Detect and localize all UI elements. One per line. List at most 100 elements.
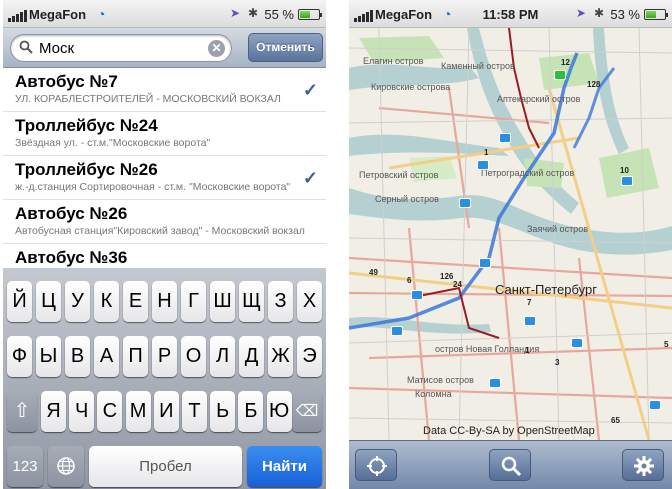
key[interactable]: Ц — [36, 281, 61, 322]
stop-marker[interactable] — [489, 378, 501, 388]
location-icon: ➤ — [229, 6, 240, 20]
search-icon — [501, 456, 521, 476]
key[interactable]: Т — [182, 391, 207, 432]
list-item[interactable]: Троллейбус №26 ж.-д.станция Сортировочна… — [3, 156, 326, 200]
settings-button[interactable] — [622, 449, 664, 481]
key[interactable]: Ь — [210, 391, 236, 432]
search-input[interactable] — [39, 39, 199, 57]
gear-icon — [634, 456, 654, 476]
route-number: 12 — [561, 58, 570, 67]
key[interactable]: З — [268, 281, 293, 322]
route-number: 65 — [611, 416, 620, 425]
space-key[interactable]: Пробел — [89, 446, 242, 487]
map-label: Петровский остров — [359, 170, 439, 180]
list-item[interactable]: Автобус №7 УЛ. КОРАБЛЕСТРОИТЕЛЕЙ - МОСКО… — [3, 68, 326, 112]
route-number: 6 — [407, 276, 412, 285]
key[interactable]: В — [65, 336, 90, 377]
globe-key[interactable] — [48, 446, 84, 487]
route-title: Автобус №26 — [15, 204, 128, 223]
key[interactable]: Ю — [266, 391, 292, 432]
route-subtitle: Звёздная ул. - ст.м."Московские ворота" — [15, 137, 211, 149]
key[interactable]: Э — [297, 336, 322, 377]
stop-marker[interactable] — [391, 326, 403, 336]
key[interactable]: И — [153, 391, 179, 432]
list-item[interactable]: Троллейбус №24 Звёздная ул. - ст.м."Моск… — [3, 112, 326, 156]
key[interactable]: Г — [181, 281, 206, 322]
key[interactable]: Е — [123, 281, 148, 322]
key[interactable]: Ш — [210, 281, 235, 322]
search-screen: MegaFon ◔ ➤ ✱ 55 % ✕ Отменить Автобус №7… — [3, 0, 326, 489]
location-icon: ➤ — [575, 6, 586, 20]
globe-icon — [57, 457, 75, 475]
stop-marker[interactable] — [459, 198, 471, 208]
key[interactable]: О — [181, 336, 206, 377]
stop-marker[interactable] — [524, 316, 536, 326]
key[interactable]: Я — [41, 391, 66, 432]
wifi-icon: ◔ — [97, 6, 106, 22]
carrier-name: MegaFon — [29, 7, 87, 22]
key[interactable]: Ф — [7, 336, 32, 377]
key[interactable]: Н — [152, 281, 177, 322]
battery-percent: 53 % — [610, 7, 640, 22]
route-title: Автобус №36 — [15, 248, 128, 267]
route-number: 126 — [440, 272, 454, 281]
key[interactable]: Ы — [36, 336, 61, 377]
key[interactable]: Л — [210, 336, 235, 377]
numbers-key[interactable]: 123 — [7, 446, 43, 487]
city-label: Санкт-Петербург — [495, 282, 597, 297]
list-item[interactable]: Автобус №36 — [3, 244, 326, 268]
signal-icon — [8, 10, 27, 22]
key[interactable]: Ж — [268, 336, 293, 377]
stop-marker[interactable] — [571, 338, 583, 348]
stop-marker[interactable] — [479, 258, 491, 268]
map-label: Коломна — [415, 389, 452, 399]
route-number: 1 — [525, 346, 530, 355]
map-toolbar — [349, 440, 672, 489]
cancel-button[interactable]: Отменить — [248, 33, 323, 62]
key[interactable]: Д — [239, 336, 264, 377]
key[interactable]: С — [97, 391, 123, 432]
key[interactable]: М — [125, 391, 151, 432]
key[interactable]: Х — [297, 281, 322, 322]
route-number: 24 — [453, 280, 462, 289]
map-label: Заячий остров — [527, 224, 588, 234]
map-view[interactable]: Елагин остров Каменный остров Кировские … — [349, 28, 672, 440]
search-field[interactable]: ✕ — [10, 34, 232, 62]
key[interactable]: П — [123, 336, 148, 377]
keyboard-row-3: ⇧ ⌫ ЯЧСМИТЬБЮ — [3, 391, 326, 446]
route-number: 7 — [527, 298, 532, 307]
key[interactable]: А — [94, 336, 119, 377]
keyboard-row-2: ФЫВАПРОЛДЖЭ — [3, 336, 326, 391]
status-bar: MegaFon ◔ 11:58 PM ➤ ✱ 53 % — [349, 0, 672, 28]
key[interactable]: Й — [7, 281, 32, 322]
bluetooth-icon: ✱ — [593, 6, 604, 20]
list-item[interactable]: Автобус №26 Автобусная станция"Кировский… — [3, 200, 326, 244]
key[interactable]: Щ — [239, 281, 264, 322]
stop-marker[interactable] — [411, 290, 423, 300]
status-bar: MegaFon ◔ ➤ ✱ 55 % — [3, 0, 326, 28]
map-label: Серный остров — [375, 194, 439, 204]
battery-icon — [298, 9, 322, 20]
search-go-key[interactable]: Найти — [247, 446, 322, 487]
locate-button[interactable] — [355, 449, 397, 481]
stop-marker[interactable] — [554, 70, 566, 80]
route-subtitle: УЛ. КОРАБЛЕСТРОИТЕЛЕЙ - МОСКОВСКИЙ ВОКЗА… — [15, 93, 281, 105]
shift-key[interactable]: ⇧ — [7, 391, 37, 432]
stop-marker[interactable] — [621, 176, 633, 186]
map-label: Елагин остров — [363, 56, 424, 66]
checkmark-icon: ✓ — [302, 168, 318, 188]
key[interactable]: Б — [238, 391, 264, 432]
clear-icon[interactable]: ✕ — [208, 40, 225, 57]
route-number: 10 — [620, 166, 629, 175]
backspace-key[interactable]: ⌫ — [292, 391, 322, 432]
key[interactable]: Р — [152, 336, 177, 377]
key[interactable]: У — [65, 281, 90, 322]
stop-marker[interactable] — [499, 133, 511, 143]
key[interactable]: К — [94, 281, 119, 322]
keyboard-row-1: ЙЦУКЕНГШЩЗХ — [3, 281, 326, 336]
stop-marker[interactable] — [477, 160, 489, 170]
route-title: Троллейбус №24 — [15, 116, 158, 135]
search-button[interactable] — [489, 449, 531, 481]
stop-marker[interactable] — [649, 400, 661, 410]
key[interactable]: Ч — [69, 391, 95, 432]
